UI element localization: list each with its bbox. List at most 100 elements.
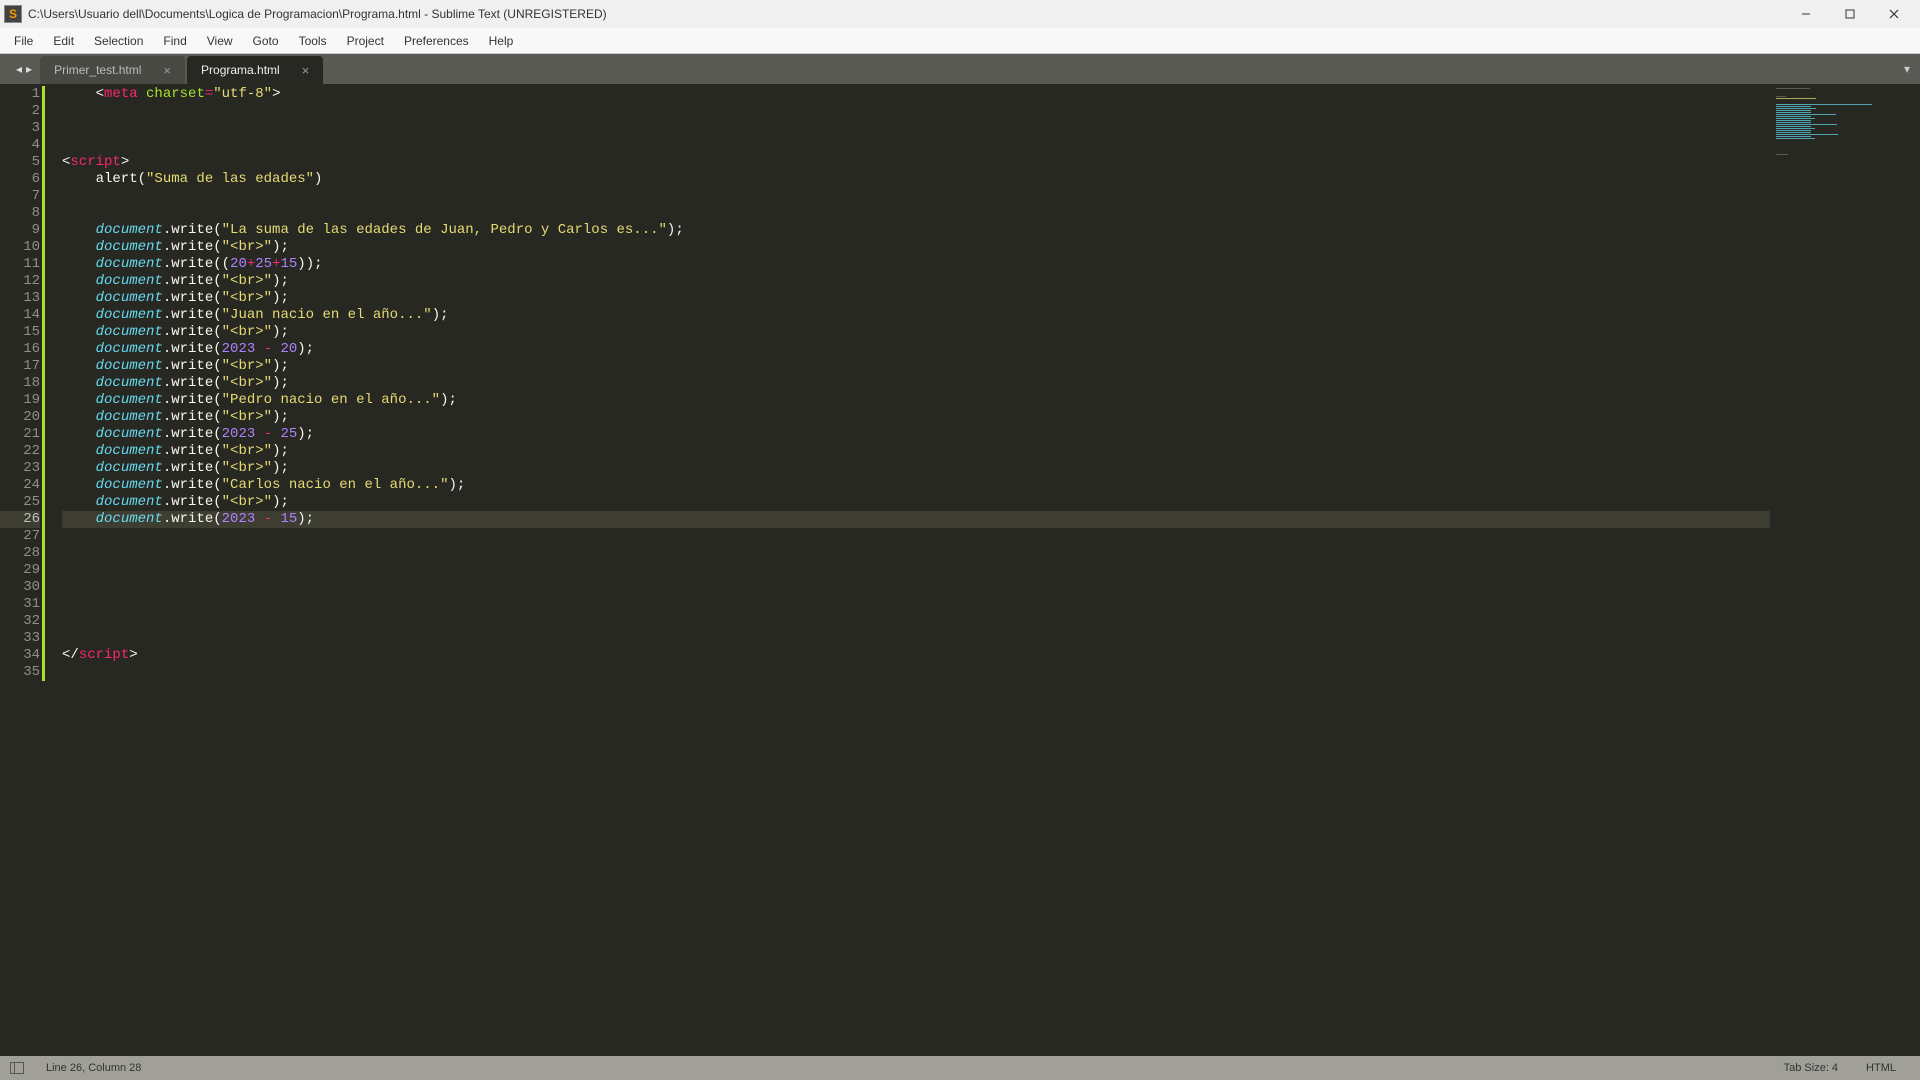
line-number[interactable]: 28 [0, 545, 40, 562]
line-number[interactable]: 31 [0, 596, 40, 613]
code-line[interactable]: document.write("<br>"); [62, 239, 1770, 256]
code-line[interactable] [62, 613, 1770, 630]
line-number[interactable]: 10 [0, 239, 40, 256]
menu-view[interactable]: View [197, 30, 243, 52]
line-number[interactable]: 2 [0, 103, 40, 120]
code-line[interactable]: document.write("<br>"); [62, 358, 1770, 375]
line-number[interactable]: 20 [0, 409, 40, 426]
tab-primer_test-html[interactable]: Primer_test.html× [40, 56, 185, 84]
code-line[interactable] [62, 596, 1770, 613]
tab-dropdown-icon[interactable]: ▾ [1904, 62, 1910, 76]
line-number[interactable]: 29 [0, 562, 40, 579]
code-line[interactable]: document.write("<br>"); [62, 375, 1770, 392]
code-line[interactable] [62, 562, 1770, 579]
menu-goto[interactable]: Goto [243, 30, 289, 52]
line-number[interactable]: 5 [0, 154, 40, 171]
code-line[interactable]: document.write("Juan nacio en el año..."… [62, 307, 1770, 324]
line-number[interactable]: 13 [0, 290, 40, 307]
code-line[interactable]: document.write("<br>"); [62, 324, 1770, 341]
code-line[interactable]: document.write("La suma de las edades de… [62, 222, 1770, 239]
line-number[interactable]: 30 [0, 579, 40, 596]
code-line[interactable]: document.write("<br>"); [62, 290, 1770, 307]
code-line[interactable] [62, 528, 1770, 545]
code-line[interactable]: document.write("<br>"); [62, 273, 1770, 290]
code-line[interactable]: document.write(2023 - 20); [62, 341, 1770, 358]
menu-preferences[interactable]: Preferences [394, 30, 479, 52]
window-title: C:\Users\Usuario dell\Documents\Logica d… [28, 7, 1784, 21]
line-number[interactable]: 35 [0, 664, 40, 681]
line-number[interactable]: 18 [0, 375, 40, 392]
code-line[interactable] [62, 664, 1770, 681]
code-line[interactable]: document.write(2023 - 25); [62, 426, 1770, 443]
code-line[interactable] [62, 188, 1770, 205]
line-number[interactable]: 26 [0, 511, 40, 528]
syntax-indicator[interactable]: HTML [1866, 1062, 1896, 1074]
code-line[interactable]: document.write("<br>"); [62, 409, 1770, 426]
code-line[interactable]: document.write("Carlos nacio en el año..… [62, 477, 1770, 494]
line-number[interactable]: 8 [0, 205, 40, 222]
line-number[interactable]: 22 [0, 443, 40, 460]
line-number[interactable]: 6 [0, 171, 40, 188]
code-line[interactable] [62, 137, 1770, 154]
line-number[interactable]: 3 [0, 120, 40, 137]
line-number[interactable]: 17 [0, 358, 40, 375]
line-number[interactable]: 23 [0, 460, 40, 477]
code-line[interactable]: document.write((20+25+15)); [62, 256, 1770, 273]
tab-close-icon[interactable]: × [302, 63, 310, 78]
code-line[interactable] [62, 120, 1770, 137]
code-line[interactable]: <script> [62, 154, 1770, 171]
code-line[interactable] [62, 205, 1770, 222]
panel-toggle-icon[interactable] [10, 1062, 24, 1074]
line-number[interactable]: 9 [0, 222, 40, 239]
minimap-line [1776, 132, 1811, 133]
menu-selection[interactable]: Selection [84, 30, 153, 52]
line-number[interactable]: 34 [0, 647, 40, 664]
menu-help[interactable]: Help [479, 30, 524, 52]
tab-programa-html[interactable]: Programa.html× [187, 56, 323, 84]
line-number[interactable]: 21 [0, 426, 40, 443]
minimap[interactable] [1770, 84, 1920, 1056]
code-line[interactable]: document.write("<br>"); [62, 460, 1770, 477]
code-content[interactable]: <meta charset="utf-8"> <script> alert("S… [52, 84, 1770, 1056]
minimap-line [1776, 136, 1811, 137]
line-number[interactable]: 14 [0, 307, 40, 324]
close-button[interactable] [1872, 0, 1916, 28]
tab-prev-icon[interactable]: ◂ [16, 62, 22, 76]
code-line[interactable] [62, 545, 1770, 562]
line-number[interactable]: 7 [0, 188, 40, 205]
code-line[interactable]: alert("Suma de las edades") [62, 171, 1770, 188]
code-line[interactable]: document.write(2023 - 15); [62, 511, 1770, 528]
line-number[interactable]: 27 [0, 528, 40, 545]
line-number[interactable]: 16 [0, 341, 40, 358]
line-number[interactable]: 33 [0, 630, 40, 647]
editor-area[interactable]: 1234567891011121314151617181920212223242… [0, 84, 1920, 1056]
code-line[interactable]: <meta charset="utf-8"> [62, 86, 1770, 103]
line-number[interactable]: 12 [0, 273, 40, 290]
menu-tools[interactable]: Tools [289, 30, 337, 52]
minimize-button[interactable] [1784, 0, 1828, 28]
line-number[interactable]: 11 [0, 256, 40, 273]
maximize-button[interactable] [1828, 0, 1872, 28]
menu-project[interactable]: Project [337, 30, 394, 52]
tab-close-icon[interactable]: × [163, 63, 171, 78]
code-line[interactable] [62, 579, 1770, 596]
code-line[interactable]: </script> [62, 647, 1770, 664]
tab-size-indicator[interactable]: Tab Size: 4 [1784, 1062, 1838, 1074]
menu-edit[interactable]: Edit [43, 30, 84, 52]
cursor-position[interactable]: Line 26, Column 28 [46, 1062, 141, 1074]
menu-find[interactable]: Find [153, 30, 196, 52]
code-line[interactable] [62, 103, 1770, 120]
line-number[interactable]: 19 [0, 392, 40, 409]
line-number[interactable]: 4 [0, 137, 40, 154]
line-number[interactable]: 32 [0, 613, 40, 630]
line-number[interactable]: 25 [0, 494, 40, 511]
line-number[interactable]: 15 [0, 324, 40, 341]
tab-next-icon[interactable]: ▸ [26, 62, 32, 76]
menu-file[interactable]: File [4, 30, 43, 52]
line-number[interactable]: 24 [0, 477, 40, 494]
code-line[interactable]: document.write("Pedro nacio en el año...… [62, 392, 1770, 409]
line-number[interactable]: 1 [0, 86, 40, 103]
code-line[interactable]: document.write("<br>"); [62, 443, 1770, 460]
code-line[interactable] [62, 630, 1770, 647]
code-line[interactable]: document.write("<br>"); [62, 494, 1770, 511]
